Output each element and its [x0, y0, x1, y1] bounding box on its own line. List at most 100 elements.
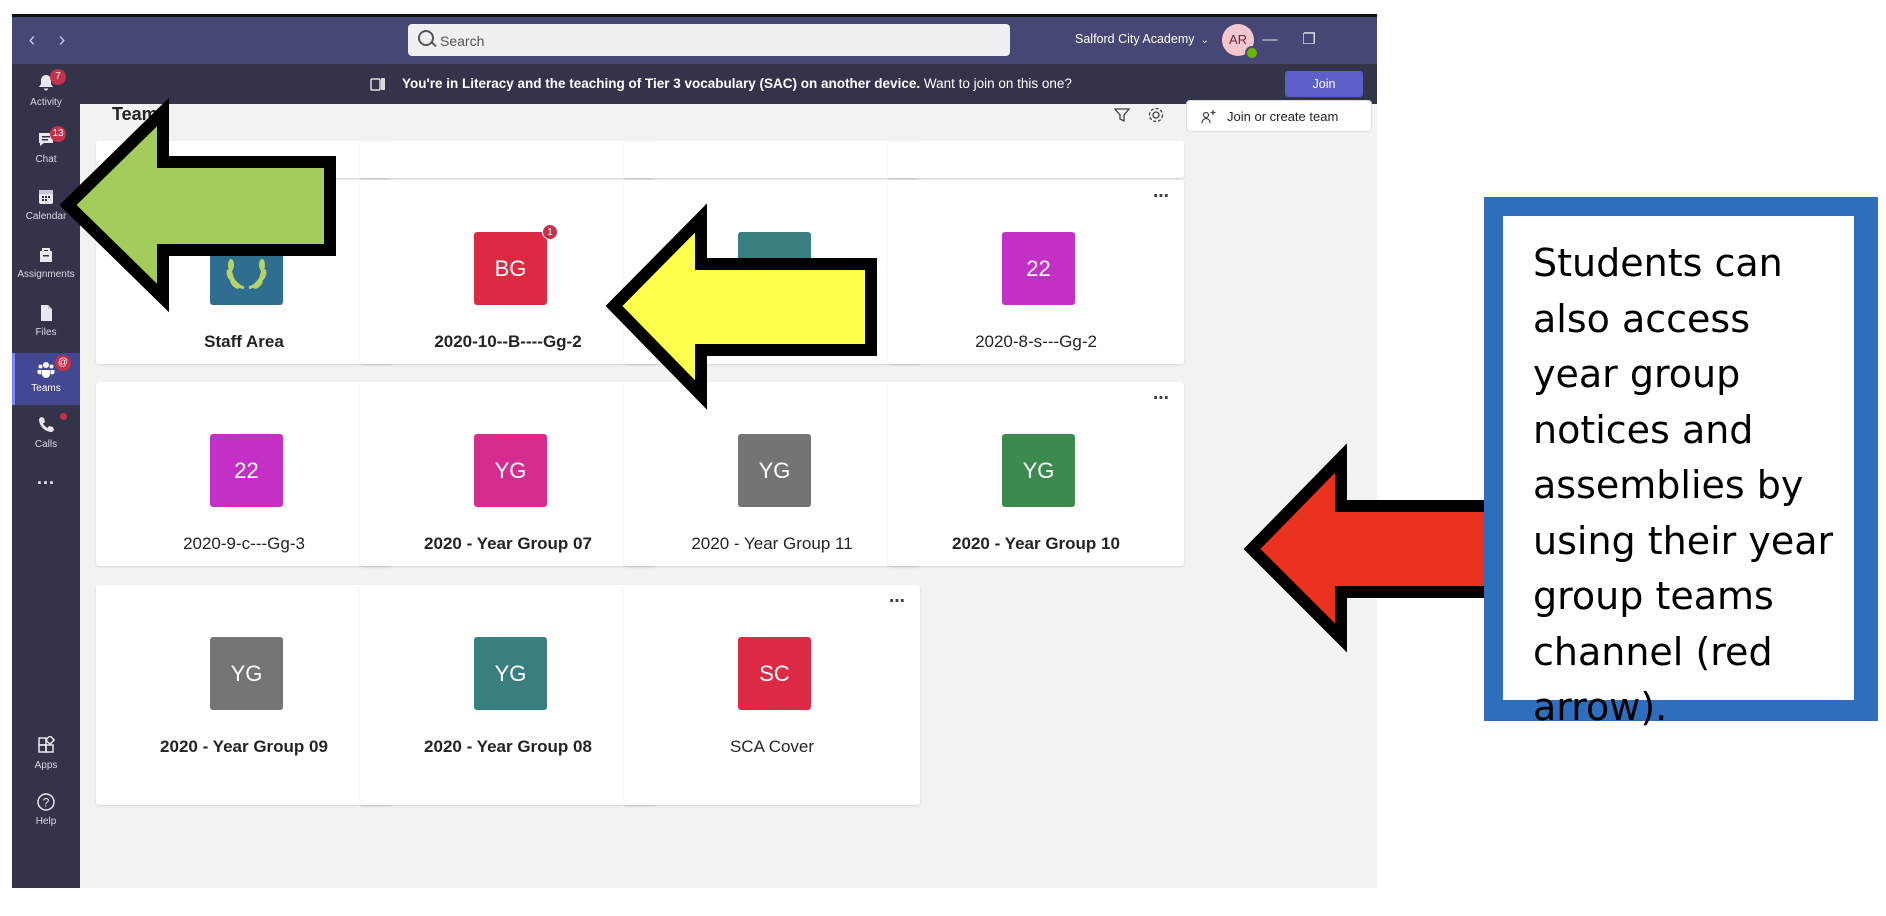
rail-label: Files	[35, 327, 57, 338]
team-card-staff-area[interactable]: ⋯ Staff Area	[96, 180, 392, 364]
teams-window: ‹ › Salford City Academy⌄ AR — ❐ 7 Activ…	[12, 17, 1377, 888]
team-name: 2020 - Year Group 07	[424, 534, 592, 553]
team-card-partial[interactable]	[888, 141, 1184, 178]
page-title: Teams	[112, 104, 168, 124]
activity-badge: 7	[50, 69, 66, 85]
teams-mention-badge: @	[55, 355, 71, 371]
rail-item-teams[interactable]: @ Teams	[12, 353, 80, 405]
title-bar: ‹ › Salford City Academy⌄ AR — ❐	[12, 17, 1377, 64]
join-or-create-team-button[interactable]: Join or create team	[1186, 100, 1372, 132]
org-switcher[interactable]: Salford City Academy ⌄	[1075, 32, 1209, 46]
team-card-partial[interactable]	[96, 141, 392, 178]
team-name: 2020 - Year Group 10	[952, 534, 1120, 553]
team-card-2020-10-b-gg-2[interactable]: ⋯ BG 1 2020-10--B----Gg-2	[360, 180, 656, 364]
apps-icon	[38, 736, 56, 753]
team-name: 2020 - Year Group 08	[424, 737, 592, 756]
team-card-2020-8-s-gg-2[interactable]: ⋯ 22 2020-8-s---Gg-2	[888, 180, 1184, 364]
team-card-year-group-07[interactable]: ⋯ YG 2020 - Year Group 07	[360, 382, 656, 566]
search-input[interactable]	[438, 24, 1002, 58]
chevron-left-icon[interactable]: ‹	[22, 28, 42, 52]
rail-item-chat[interactable]: 13 Chat	[12, 124, 80, 176]
rail-label: Assignments	[17, 269, 75, 280]
rail-item-apps[interactable]: Apps	[12, 730, 80, 782]
team-tile: YG	[210, 637, 283, 710]
rail-label: Activity	[30, 97, 62, 108]
team-tile	[210, 232, 283, 305]
team-card-partial[interactable]	[360, 141, 656, 178]
restore-icon[interactable]: ❐	[1299, 30, 1319, 50]
search-icon	[418, 30, 434, 46]
annotation-inner: Students can also access year group noti…	[1503, 216, 1854, 729]
assignments-icon	[40, 248, 52, 262]
team-tile: 22	[1002, 232, 1075, 305]
rail-label: Apps	[34, 760, 58, 771]
rail-label: Calendar	[25, 211, 67, 222]
team-name: 2020-11--B----Gg-1	[699, 332, 845, 351]
team-card-year-group-08[interactable]: ⋯ YG 2020 - Year Group 08	[360, 585, 656, 805]
rail-item-help[interactable]: ? Help	[12, 786, 80, 838]
notification-badge: 1	[542, 224, 558, 240]
more-icon: ...	[36, 468, 55, 488]
team-card-2020-11-b-gg-1[interactable]: ⋯ BG 2020-11--B----Gg-1	[624, 180, 920, 364]
search-box[interactable]	[408, 24, 1010, 58]
filter-icon[interactable]	[1114, 107, 1130, 123]
svg-text:?: ?	[43, 796, 50, 810]
team-tile: YG	[474, 637, 547, 710]
gear-icon[interactable]	[1147, 106, 1165, 124]
join-button[interactable]: Join	[1285, 71, 1363, 97]
chevron-right-icon[interactable]: ›	[52, 28, 72, 52]
team-name: Staff Area	[204, 332, 284, 351]
calendar-icon	[39, 190, 53, 204]
minimize-icon[interactable]: —	[1260, 30, 1280, 50]
notice-text: Want to join on this one?	[920, 76, 1072, 91]
rail-label: Calls	[34, 439, 58, 450]
team-tile: YG	[474, 434, 547, 507]
rail-label: Teams	[31, 383, 61, 394]
more-options-icon[interactable]: ⋯	[889, 591, 906, 611]
team-card-sca-cover[interactable]: ⋯ SC SCA Cover	[624, 585, 920, 805]
calls-dot	[60, 413, 67, 420]
annotation-box: Students can also access year group noti…	[1484, 197, 1878, 729]
team-name: 2020-8-s---Gg-2	[975, 332, 1097, 351]
device-icon	[370, 78, 385, 91]
more-options-icon[interactable]: ⋯	[1153, 388, 1170, 408]
rail-label: Chat	[35, 154, 57, 165]
team-name: 2020-10--B----Gg-2	[434, 332, 582, 351]
app-bar: 7 Activity 13 Chat Calendar Assignments …	[12, 64, 80, 888]
rail-item-calendar[interactable]: Calendar	[12, 181, 80, 233]
rail-item-calls[interactable]: Calls	[12, 409, 80, 461]
help-icon: ?	[37, 793, 55, 811]
team-tile: SC	[738, 637, 811, 710]
presence-status-icon	[1245, 46, 1259, 60]
join-or-create-team-label: Join or create team	[1227, 109, 1339, 124]
team-card-partial[interactable]	[624, 141, 920, 178]
files-icon	[41, 305, 52, 321]
team-tile: 22	[210, 434, 283, 507]
team-tile: BG	[474, 232, 547, 305]
team-name: SCA Cover	[729, 737, 815, 756]
chat-badge: 13	[50, 126, 66, 142]
chevron-down-icon: ⌄	[1200, 35, 1209, 46]
add-team-icon	[1201, 110, 1216, 124]
laurel-icon	[226, 259, 267, 290]
team-tile: YG	[1002, 434, 1075, 507]
rail-item-activity[interactable]: 7 Activity	[12, 67, 80, 119]
team-card-2020-9-c-gg-3[interactable]: ⋯ 22 2020-9-c---Gg-3	[96, 382, 392, 566]
rail-label: Help	[35, 816, 57, 827]
team-card-year-group-11[interactable]: ⋯ YG 2020 - Year Group 11	[624, 382, 920, 566]
rail-item-files[interactable]: Files	[12, 297, 80, 349]
org-name: Salford City Academy	[1075, 32, 1195, 46]
team-name: 2020-9-c---Gg-3	[183, 534, 305, 553]
team-card-year-group-09[interactable]: ⋯ YG 2020 - Year Group 09	[96, 585, 392, 805]
more-options-icon[interactable]: ⋯	[1153, 186, 1170, 206]
team-tile: YG	[738, 434, 811, 507]
rail-item-assignments[interactable]: Assignments	[12, 239, 80, 291]
team-tile: BG	[738, 232, 811, 305]
notice-bold-text: You're in Literacy and the teaching of T…	[402, 76, 921, 91]
notice-message: You're in Literacy and the teaching of T…	[402, 76, 1072, 91]
phone-icon	[39, 417, 54, 432]
more-apps-button[interactable]: ...	[12, 464, 80, 494]
teams-icon	[37, 362, 55, 378]
team-card-year-group-10[interactable]: ⋯ YG 2020 - Year Group 10	[888, 382, 1184, 566]
annotation-text: Students can also access year group noti…	[1533, 241, 1834, 729]
